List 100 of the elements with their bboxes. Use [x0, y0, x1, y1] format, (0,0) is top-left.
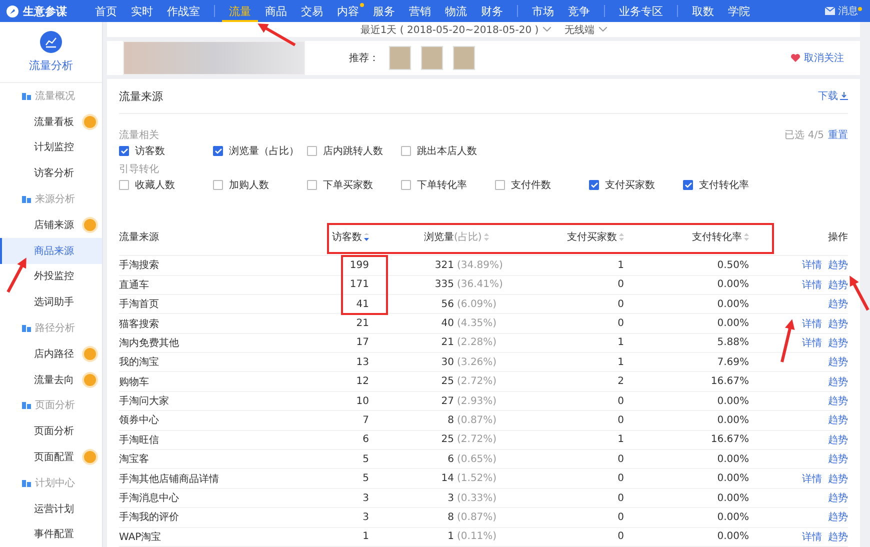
table-cell-text: 0.00% — [716, 414, 749, 426]
checkbox[interactable] — [495, 180, 505, 190]
sidebar-item[interactable]: 运营计划 — [0, 496, 102, 522]
table-cell-text: 27 — [440, 396, 454, 407]
metric-checkbox[interactable]: 访客数 — [119, 144, 213, 158]
sort-icon[interactable] — [619, 233, 624, 242]
action-link[interactable]: 趋势 — [828, 297, 848, 312]
photo-placeholder[interactable] — [453, 46, 475, 70]
checkbox[interactable] — [213, 146, 223, 156]
action-link[interactable]: 趋势 — [828, 530, 848, 544]
terminal-dropdown[interactable]: 无线端 — [564, 22, 607, 37]
nav-tab[interactable]: 市场 — [525, 0, 561, 22]
sidebar-item[interactable]: 页面分析 — [0, 418, 102, 444]
action-link[interactable]: 详情 — [802, 278, 822, 292]
table-cell-text: (2.72%) — [456, 434, 498, 446]
action-link[interactable]: 详情 — [802, 316, 822, 330]
checkbox[interactable] — [119, 146, 129, 156]
sidebar-item[interactable]: 事件配置 — [0, 522, 102, 547]
action-link[interactable]: 趋势 — [828, 472, 848, 486]
action-link[interactable]: 趋势 — [828, 278, 848, 292]
photo-placeholder[interactable] — [389, 46, 411, 70]
action-link[interactable]: 趋势 — [828, 491, 848, 506]
nav-tab[interactable]: 商品 — [258, 0, 294, 22]
date-range-dropdown[interactable]: 最近1天 ( 2018-05-20~2018-05-20 ) — [360, 22, 551, 37]
nav-tab[interactable]: 取数 — [685, 0, 721, 22]
selected-count: 已选 4/5 — [784, 128, 824, 142]
checkbox[interactable] — [213, 180, 223, 190]
reset-link[interactable]: 重置 — [828, 128, 848, 142]
metric-checkbox[interactable]: 支付买家数 — [589, 178, 683, 192]
nav-tab[interactable]: 服务 — [366, 0, 402, 22]
table-cell-text: 41 — [355, 298, 369, 310]
table-cell-text: 0 — [616, 454, 624, 465]
building-icon — [22, 92, 31, 100]
action-link[interactable]: 趋势 — [828, 510, 848, 524]
nav-tab[interactable]: 学院 — [721, 0, 757, 22]
sidebar-item[interactable]: 访客分析 — [0, 160, 102, 186]
nav-tab[interactable]: 实时 — [124, 0, 160, 22]
metric-checkbox[interactable]: 收藏人数 — [119, 178, 213, 192]
unfollow-link[interactable]: 取消关注 — [791, 51, 844, 66]
checkbox-label: 支付买家数 — [605, 178, 655, 192]
action-link[interactable]: 趋势 — [828, 374, 848, 389]
nav-tab[interactable]: 财务 — [474, 0, 510, 22]
sidebar-item[interactable]: 外投监控 — [0, 264, 102, 290]
action-link[interactable]: 趋势 — [828, 316, 848, 330]
action-link[interactable]: 趋势 — [828, 355, 848, 370]
checkbox[interactable] — [401, 146, 411, 156]
action-link[interactable]: 趋势 — [828, 432, 848, 447]
sidebar-item[interactable]: 流量看板 — [0, 108, 102, 135]
action-link[interactable]: 趋势 — [828, 336, 848, 350]
checkbox[interactable] — [307, 180, 317, 190]
sidebar-item[interactable]: 流量去向 — [0, 366, 102, 393]
checkbox[interactable] — [589, 180, 599, 190]
checkbox[interactable] — [307, 146, 317, 156]
sort-icon[interactable] — [484, 233, 489, 242]
action-link[interactable]: 详情 — [802, 336, 822, 350]
action-link[interactable]: 详情 — [802, 472, 822, 486]
messages-link[interactable]: 消息 — [838, 4, 858, 18]
download-link[interactable]: 下载 — [818, 89, 848, 104]
sidebar-item[interactable]: 页面配置 — [0, 444, 102, 470]
column-header[interactable]: 支付买家数 — [567, 230, 617, 244]
sidebar-item[interactable]: 店铺来源 — [0, 212, 102, 238]
nav-tab[interactable]: 营销 — [402, 0, 438, 22]
nav-tab[interactable]: 内容 — [330, 0, 366, 22]
action-link[interactable]: 趋势 — [828, 452, 848, 466]
column-header: 流量来源 — [119, 230, 159, 244]
action-link[interactable]: 趋势 — [828, 258, 848, 272]
nav-tab[interactable]: 交易 — [294, 0, 330, 22]
action-link[interactable]: 详情 — [802, 530, 822, 544]
metric-checkbox[interactable]: 下单转化率 — [401, 178, 495, 192]
metric-checkbox[interactable]: 店内跳转人数 — [307, 144, 401, 158]
metric-checkbox[interactable]: 支付件数 — [495, 178, 589, 192]
metric-checkbox[interactable]: 支付转化率 — [683, 178, 777, 192]
column-header[interactable]: 支付转化率 — [692, 230, 742, 244]
nav-tab[interactable]: 物流 — [438, 0, 474, 22]
sidebar-item[interactable]: 选词助手 — [0, 289, 102, 316]
annotation-arrow — [258, 24, 296, 46]
mail-icon[interactable] — [825, 7, 835, 15]
nav-tab[interactable]: 首页 — [88, 0, 124, 22]
checkbox[interactable] — [683, 180, 693, 190]
checkbox[interactable] — [401, 180, 411, 190]
metric-checkbox[interactable]: 跳出本店人数 — [401, 144, 495, 158]
sidebar-item[interactable]: 店内路径 — [0, 340, 102, 367]
table-cell-text: 领券中心 — [119, 414, 160, 428]
column-header[interactable]: 访客数 — [332, 230, 362, 244]
nav-tab[interactable]: 竞争 — [561, 0, 597, 22]
sidebar-item[interactable]: 计划监控 — [0, 134, 102, 160]
column-header[interactable]: (占比) — [454, 230, 482, 244]
nav-tab[interactable]: 作战室 — [160, 0, 207, 22]
sidebar-item[interactable]: 商品来源 — [0, 238, 102, 264]
metric-checkbox[interactable]: 浏览量（占比） — [213, 144, 307, 158]
sort-icon[interactable] — [744, 233, 749, 242]
action-link[interactable]: 详情 — [802, 258, 822, 272]
metric-checkbox[interactable]: 下单买家数 — [307, 178, 401, 192]
action-link[interactable]: 趋势 — [828, 413, 848, 428]
checkbox[interactable] — [119, 180, 129, 190]
action-link[interactable]: 趋势 — [828, 394, 848, 408]
metric-checkbox[interactable]: 加购人数 — [213, 178, 307, 192]
sort-descending-icon[interactable] — [364, 233, 369, 242]
nav-tab[interactable]: 业务专区 — [612, 0, 670, 22]
photo-placeholder[interactable] — [421, 46, 443, 70]
